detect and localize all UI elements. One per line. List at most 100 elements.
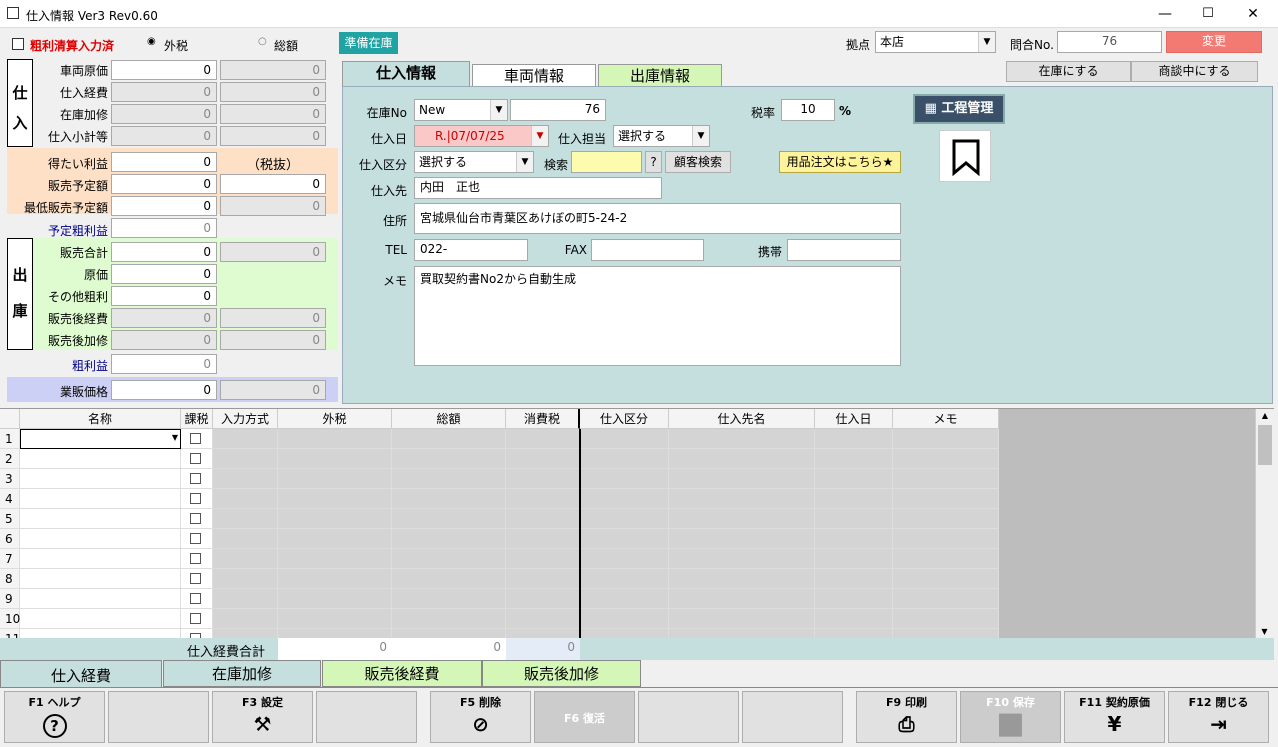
- address-input[interactable]: 宮城県仙台市青葉区あけぼの町5-24-2: [414, 203, 901, 234]
- taxable-cell[interactable]: [181, 509, 213, 529]
- grid-cell[interactable]: [506, 549, 580, 569]
- grid-cell[interactable]: [213, 469, 278, 489]
- minimize-icon[interactable]: —: [1155, 4, 1175, 24]
- grid-cell[interactable]: [392, 429, 506, 449]
- grid-cell[interactable]: [392, 469, 506, 489]
- grid-cell[interactable]: [213, 589, 278, 609]
- taxable-checkbox[interactable]: [190, 593, 201, 604]
- help-query-button[interactable]: ?: [645, 151, 662, 173]
- inquiry-input[interactable]: 76: [1057, 31, 1162, 53]
- tab-shipping-info[interactable]: 出庫情報: [598, 64, 722, 86]
- grid-cell[interactable]: [893, 489, 999, 509]
- col-consumption-tax[interactable]: 消費税: [506, 409, 580, 429]
- grid-cell[interactable]: [278, 629, 392, 638]
- taxable-checkbox[interactable]: [190, 553, 201, 564]
- taxable-checkbox[interactable]: [190, 533, 201, 544]
- bookmark-button[interactable]: [939, 130, 991, 182]
- grid-cell[interactable]: [580, 509, 669, 529]
- col-name[interactable]: 名称: [20, 409, 181, 429]
- grid-cell[interactable]: [893, 569, 999, 589]
- grid-cell[interactable]: [580, 609, 669, 629]
- grid-cell[interactable]: [392, 449, 506, 469]
- grid-cell[interactable]: [278, 609, 392, 629]
- f7-empty-button[interactable]: [638, 691, 739, 743]
- grid-cell[interactable]: [580, 449, 669, 469]
- taxable-checkbox[interactable]: [190, 573, 201, 584]
- grid-cell[interactable]: [815, 589, 893, 609]
- tax-total-radio-icon[interactable]: ○: [258, 36, 267, 47]
- grid-cell[interactable]: [669, 569, 815, 589]
- cost-input[interactable]: 0: [111, 264, 217, 284]
- tab-vehicle-info[interactable]: 車両情報: [472, 64, 596, 86]
- grid-cell[interactable]: [580, 529, 669, 549]
- name-cell[interactable]: [20, 509, 181, 529]
- grid-cell[interactable]: [893, 629, 999, 638]
- name-cell[interactable]: [20, 489, 181, 509]
- grid-cell[interactable]: [669, 489, 815, 509]
- tab-stock-repair[interactable]: 在庫加修: [163, 660, 321, 687]
- grid-cell[interactable]: [893, 589, 999, 609]
- grid-cell[interactable]: [669, 549, 815, 569]
- grid-cell[interactable]: [580, 489, 669, 509]
- grid-cell[interactable]: [213, 629, 278, 638]
- tel-input[interactable]: 022-: [414, 239, 528, 261]
- tab-purchase-info[interactable]: 仕入情報: [342, 61, 470, 87]
- name-cell[interactable]: [20, 569, 181, 589]
- grid-cell[interactable]: [506, 489, 580, 509]
- grid-cell[interactable]: [893, 469, 999, 489]
- grid-cell[interactable]: [506, 609, 580, 629]
- taxable-checkbox[interactable]: [190, 493, 201, 504]
- f2-empty-button[interactable]: [108, 691, 209, 743]
- name-cell[interactable]: [20, 589, 181, 609]
- goods-order-button[interactable]: 用品注文はこちら★: [779, 151, 901, 173]
- grid-cell[interactable]: [580, 629, 669, 638]
- taxable-cell[interactable]: [181, 589, 213, 609]
- taxable-checkbox[interactable]: [190, 473, 201, 484]
- purchase-date-picker[interactable]: R.|07/07/25 ▼: [414, 125, 549, 147]
- grid-cell[interactable]: [893, 549, 999, 569]
- grid-cell[interactable]: [669, 449, 815, 469]
- col-supplier-name[interactable]: 仕入先名: [669, 409, 815, 429]
- grid-cell[interactable]: [669, 589, 815, 609]
- chevron-down-icon[interactable]: ▼: [172, 433, 178, 442]
- grid-cell[interactable]: [506, 509, 580, 529]
- taxable-cell[interactable]: [181, 429, 213, 449]
- to-negotiation-button[interactable]: 商談中にする: [1131, 61, 1258, 82]
- grid-cell[interactable]: [278, 469, 392, 489]
- grid-cell[interactable]: [580, 589, 669, 609]
- mobile-input[interactable]: [787, 239, 901, 261]
- grid-cell[interactable]: [893, 609, 999, 629]
- grid-cell[interactable]: [669, 609, 815, 629]
- dealer-price-input[interactable]: 0: [111, 380, 217, 400]
- branch-select[interactable]: 本店 ▼: [875, 31, 996, 53]
- f12-close-button[interactable]: F12 閉じる ⇥: [1168, 691, 1269, 743]
- grid-cell[interactable]: [580, 429, 669, 449]
- grid-cell[interactable]: [392, 509, 506, 529]
- grid-cell[interactable]: [669, 509, 815, 529]
- name-cell[interactable]: ▼: [20, 429, 181, 449]
- tab-purchase-expense[interactable]: 仕入経費: [0, 660, 162, 688]
- grid-scrollbar[interactable]: ▲ ▼: [1255, 409, 1274, 638]
- name-cell[interactable]: [20, 449, 181, 469]
- tab-post-sale-expense[interactable]: 販売後経費: [322, 660, 482, 687]
- process-management-button[interactable]: ▦ 工程管理: [913, 94, 1005, 124]
- grid-cell[interactable]: [213, 509, 278, 529]
- scroll-up-icon[interactable]: ▲: [1256, 409, 1274, 423]
- to-stock-button[interactable]: 在庫にする: [1006, 61, 1131, 82]
- change-button[interactable]: 変更: [1166, 31, 1262, 53]
- grid-cell[interactable]: [893, 449, 999, 469]
- taxable-checkbox[interactable]: [190, 513, 201, 524]
- grid-cell[interactable]: [815, 629, 893, 638]
- name-cell[interactable]: [20, 529, 181, 549]
- col-taxable[interactable]: 課税: [181, 409, 213, 429]
- grid-cell[interactable]: [278, 429, 392, 449]
- grid-cell[interactable]: [893, 509, 999, 529]
- taxable-cell[interactable]: [181, 449, 213, 469]
- grid-cell[interactable]: [278, 569, 392, 589]
- taxable-checkbox[interactable]: [190, 453, 201, 464]
- grid-cell[interactable]: [669, 529, 815, 549]
- grid-cell[interactable]: [392, 569, 506, 589]
- grid-cell[interactable]: [392, 629, 506, 638]
- grid-cell[interactable]: [506, 569, 580, 589]
- taxable-cell[interactable]: [181, 629, 213, 638]
